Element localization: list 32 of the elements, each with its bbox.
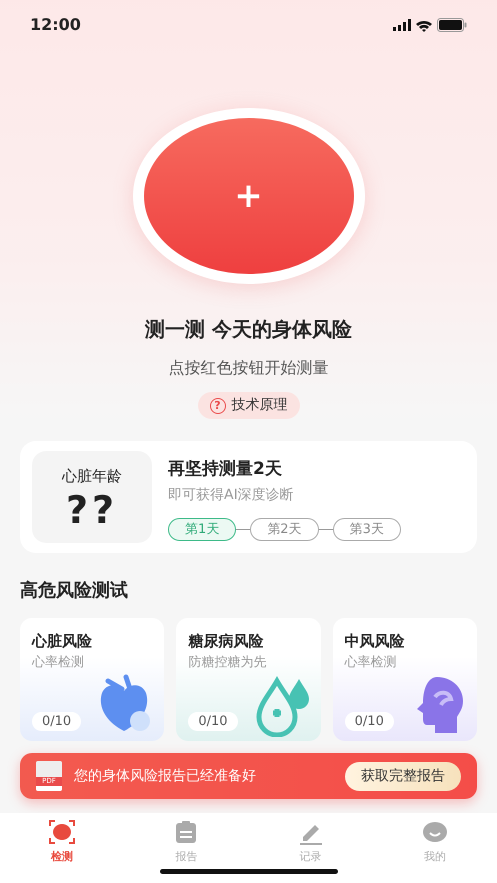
get-report-button[interactable]: 获取完整报告 (345, 762, 461, 790)
risk-card[interactable]: 中风风险 心率检测 0/10 (332, 618, 477, 741)
signal-icon (393, 19, 411, 31)
streak-title: 再坚持测量2天 (168, 458, 283, 481)
day-step: 第3天 (332, 518, 401, 541)
day-step: 第1天 (168, 518, 236, 541)
risk-card[interactable]: 心脏风险 心率检测 0/10 (20, 618, 164, 741)
hero-title: 测一测 今天的身体风险 (145, 316, 352, 343)
report-message: 您的身体风险报告已经准备好 (74, 766, 257, 786)
progress-count: 0/10 (188, 712, 238, 731)
hero-subtitle: 点按红色按钮开始测量 (168, 357, 328, 379)
progress-count: 0/10 (344, 712, 394, 731)
status-time: 12:00 (30, 14, 81, 36)
battery-icon (437, 18, 467, 32)
age-value: ?? (66, 491, 118, 530)
tech-principle-button[interactable]: ? 技术原理 (198, 392, 300, 419)
help-icon: ? (210, 398, 226, 414)
streak-subtitle: 即可获得AI深度诊断 (168, 486, 295, 504)
risk-title: 中风风险 (344, 631, 406, 652)
risk-subtitle: 心率检测 (32, 654, 85, 672)
wifi-icon (415, 18, 433, 32)
risk-title: 心脏风险 (32, 631, 93, 652)
risk-title: 糖尿病风险 (188, 631, 264, 652)
section-title: 高危风险测试 (20, 579, 129, 603)
risk-subtitle: 防糖控糖为先 (188, 654, 268, 672)
age-label: 心脏年龄 (62, 466, 122, 487)
risk-subtitle: 心率检测 (344, 654, 398, 672)
progress-count: 0/10 (32, 712, 82, 731)
day-step: 第2天 (250, 518, 319, 541)
risk-card[interactable]: 糖尿病风险 防糖控糖为先 0/10 (176, 618, 321, 741)
tab-item[interactable]: 检测 (0, 819, 124, 866)
scan-icon (48, 819, 76, 847)
